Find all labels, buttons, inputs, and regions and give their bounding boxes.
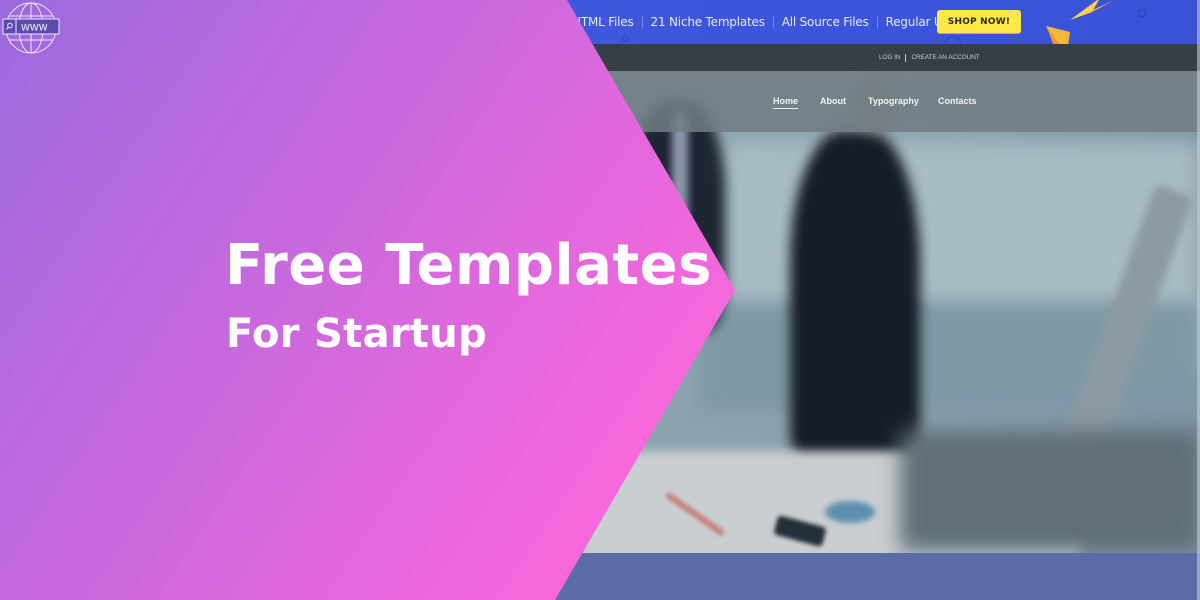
nav-contacts[interactable]: Contacts — [938, 96, 977, 106]
auth-links: LOG IN CREATE AN ACCOUNT — [879, 44, 980, 71]
nav-about[interactable]: About — [820, 96, 846, 106]
auth-bar — [0, 44, 1200, 71]
divider — [772, 16, 774, 28]
paper-plane-decoration — [1046, 0, 1115, 46]
promo-features: HTML Files 21 Niche Templates All Source… — [572, 0, 982, 44]
bottom-band — [0, 553, 1200, 600]
decor-circle — [475, 0, 489, 8]
divider — [641, 16, 643, 28]
divider — [905, 53, 907, 62]
hero-photo — [0, 71, 1200, 561]
person-right — [790, 131, 920, 461]
create-account-link[interactable]: CREATE AN ACCOUNT — [911, 54, 979, 61]
promo-item-source-files: All Source Files — [781, 15, 869, 29]
shop-now-button[interactable]: SHOP NOW! — [937, 10, 1021, 33]
divider — [876, 16, 878, 28]
nav-home[interactable]: Home — [773, 96, 799, 109]
login-link[interactable]: LOG IN — [879, 54, 901, 61]
promo-item-niche-templates: 21 Niche Templates — [650, 15, 765, 29]
chart-paper — [825, 501, 875, 523]
person-left-shirt — [672, 111, 688, 261]
promo-item-html-files: HTML Files — [572, 15, 634, 29]
template-preview-screenshot: HTML Files 21 Niche Templates All Source… — [0, 0, 1200, 600]
desk-shadow — [900, 431, 1200, 551]
nav-typography[interactable]: Typography — [868, 96, 919, 106]
site-nav: Home About Typography Contacts — [0, 71, 1200, 132]
